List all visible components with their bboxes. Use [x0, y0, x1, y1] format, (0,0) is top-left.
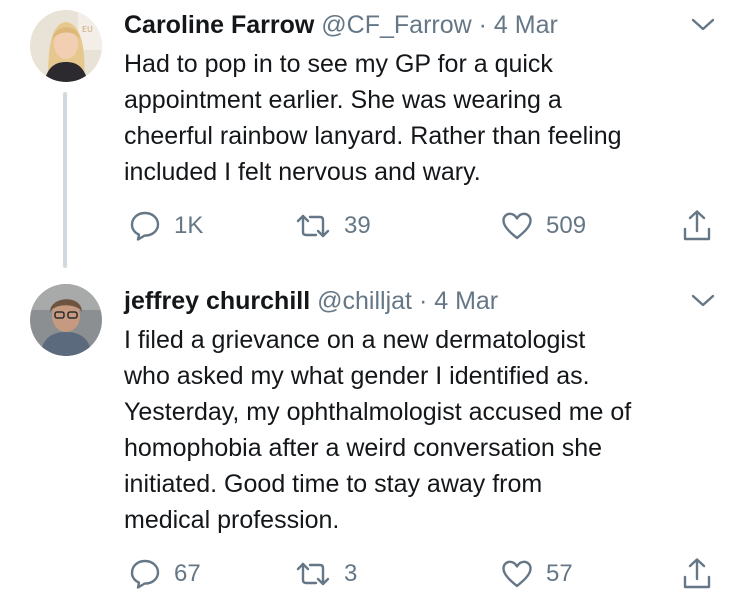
tweet-actions: 1K 39 509 [124, 206, 718, 246]
reply-count: 67 [174, 560, 201, 587]
share-button[interactable] [680, 554, 714, 594]
tweet-text-line: Had to pop in to see my GP for a quick [124, 50, 553, 78]
tweet-text-line: homophobia after a weird conversation sh… [124, 434, 603, 462]
thread-connector-line [63, 92, 67, 268]
tweet-text-line: included I felt nervous and wary. [124, 158, 481, 186]
retweet-count: 3 [344, 560, 358, 587]
heart-icon [500, 557, 534, 591]
like-count: 509 [546, 212, 587, 239]
reply-button[interactable]: 67 [128, 554, 201, 594]
tweet-date[interactable]: 4 Mar [434, 287, 498, 315]
tweet[interactable]: jeffrey churchill @chilljat · 4 Mar I fi… [0, 272, 748, 609]
retweet-button[interactable]: 3 [294, 554, 357, 594]
author-handle[interactable]: @chilljat [317, 287, 412, 315]
reply-icon [128, 209, 162, 243]
tweet-actions: 67 3 57 [124, 554, 718, 594]
share-icon [680, 208, 714, 244]
tweet-text-line: who asked my what gender I identified as… [124, 362, 590, 390]
reply-button[interactable]: 1K [128, 206, 203, 246]
chevron-down-icon[interactable] [688, 12, 718, 38]
author-name[interactable]: Caroline Farrow [124, 11, 314, 39]
tweet-date[interactable]: 4 Mar [494, 11, 558, 39]
avatar[interactable]: EU [30, 10, 102, 82]
share-icon [680, 556, 714, 592]
tweet-thread: EU Caroline Farrow @CF_Farrow · 4 Mar Ha… [0, 0, 748, 609]
svg-text:EU: EU [82, 25, 93, 34]
tweet-header: Caroline Farrow @CF_Farrow · 4 Mar [124, 8, 718, 42]
tweet-text-line: appointment earlier. She was wearing a [124, 86, 562, 114]
share-button[interactable] [680, 206, 714, 246]
heart-icon [500, 209, 534, 243]
retweet-count: 39 [344, 212, 371, 239]
tweet-text-line: cheerful rainbow lanyard. Rather than fe… [124, 122, 622, 150]
author-name[interactable]: jeffrey churchill [124, 287, 310, 315]
tweet-header: jeffrey churchill @chilljat · 4 Mar [124, 284, 718, 318]
retweet-icon [294, 209, 332, 243]
avatar[interactable] [30, 284, 102, 356]
tweet-text-line: I filed a grievance on a new dermatologi… [124, 326, 586, 354]
reply-count: 1K [174, 212, 204, 239]
author-handle[interactable]: @CF_Farrow [321, 11, 471, 39]
tweet-text: I filed a grievance on a new dermatologi… [124, 322, 718, 538]
tweet[interactable]: EU Caroline Farrow @CF_Farrow · 4 Mar Ha… [0, 0, 748, 270]
chevron-down-icon[interactable] [688, 288, 718, 314]
like-button[interactable]: 509 [500, 206, 586, 246]
tweet-text-line: medical profession. [124, 506, 340, 534]
tweet-text: Had to pop in to see my GP for a quick a… [124, 46, 718, 190]
tweet-text-line: initiated. Good time to stay away from [124, 470, 543, 498]
tweet-text-line: Yesterday, my ophthalmologist accused me… [124, 398, 632, 426]
reply-icon [128, 557, 162, 591]
retweet-button[interactable]: 39 [294, 206, 371, 246]
like-count: 57 [546, 560, 573, 587]
like-button[interactable]: 57 [500, 554, 573, 594]
separator-dot: · [418, 287, 428, 315]
retweet-icon [294, 557, 332, 591]
separator-dot: · [478, 11, 487, 39]
